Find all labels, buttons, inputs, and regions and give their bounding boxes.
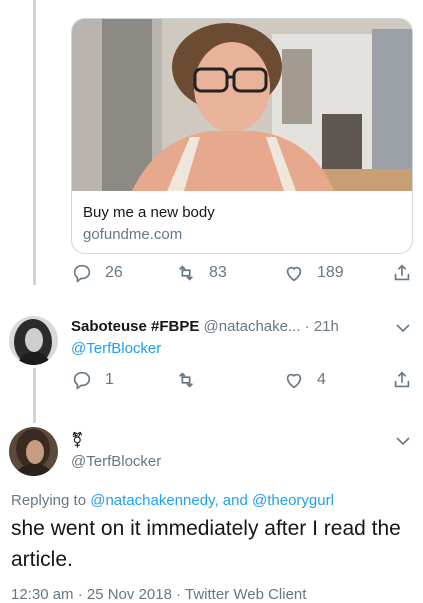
tweet-text: she went on it immediately after I read … <box>11 517 401 571</box>
like-button[interactable]: 189 <box>283 262 344 284</box>
share-icon <box>394 264 410 281</box>
tweet2-header: Saboteuse #FBPE @natachake... · 21h <box>71 318 339 335</box>
replying-and-link[interactable]: , and <box>214 492 247 509</box>
retweet-icon <box>178 372 194 388</box>
replying-prefix: Replying to <box>11 492 87 509</box>
heart-icon <box>286 266 302 282</box>
tweet2-display-name[interactable]: Saboteuse #FBPE <box>71 318 199 335</box>
tweet2-time: · 21h <box>304 318 339 335</box>
share-icon <box>394 371 410 388</box>
avatar-saboteuse[interactable] <box>9 316 58 365</box>
chevron-down-icon[interactable] <box>395 320 411 336</box>
tweet3-handle[interactable]: @TerfBlocker <box>71 453 161 470</box>
like-button[interactable]: 4 <box>283 369 326 391</box>
link-preview-image <box>72 19 412 191</box>
chevron-down-icon[interactable] <box>395 433 411 449</box>
tweet2-body: @TerfBlocker <box>71 340 161 357</box>
replying-user-link[interactable]: @theorygurl <box>252 492 334 509</box>
reply-icon <box>73 371 91 390</box>
avatar-terfblocker[interactable] <box>9 427 58 476</box>
heart-icon <box>286 373 302 389</box>
reply-button[interactable]: 1 <box>71 369 114 391</box>
share-button[interactable] <box>391 369 413 391</box>
tweet2-handle[interactable]: @natachake... <box>204 318 301 335</box>
tweet1-action-bar: 26 83 189 <box>71 262 416 286</box>
mention-link[interactable]: @TerfBlocker <box>71 340 161 357</box>
thread-connector-top <box>33 0 36 285</box>
share-button[interactable] <box>391 262 413 284</box>
like-count: 189 <box>317 264 344 281</box>
reply-count: 1 <box>105 371 114 388</box>
like-count: 4 <box>317 371 326 388</box>
tweet3-display-name[interactable]: ⚧ <box>71 431 84 449</box>
tweet-timestamp[interactable]: 12:30 am · 25 Nov 2018 · Twitter Web Cli… <box>11 586 306 603</box>
tweet2-action-bar: 1 4 <box>71 369 416 393</box>
thread-connector-mid <box>33 368 36 423</box>
replying-user-link[interactable]: @natachakennedy <box>90 492 214 509</box>
link-card-title: Buy me a new body <box>83 204 215 221</box>
reply-button[interactable]: 26 <box>71 262 123 284</box>
reply-count: 26 <box>105 264 123 281</box>
retweet-icon <box>178 265 194 281</box>
reply-icon <box>73 264 91 283</box>
retweet-button[interactable] <box>175 369 209 391</box>
link-card-domain: gofundme.com <box>83 226 183 243</box>
retweet-button[interactable]: 83 <box>175 262 227 284</box>
retweet-count: 83 <box>209 264 227 281</box>
link-preview-card[interactable]: Buy me a new body gofundme.com <box>71 18 413 254</box>
replying-to-line: Replying to @natachakennedy, and @theory… <box>11 492 334 509</box>
